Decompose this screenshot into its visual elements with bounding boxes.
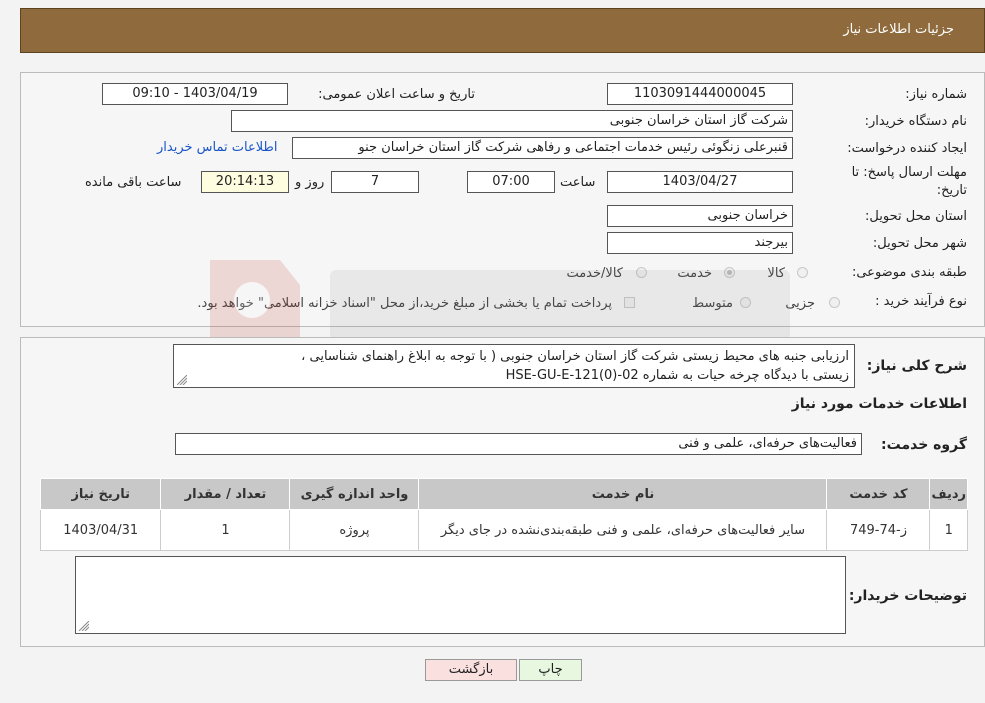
- col-need-date: تاریخ نیاز: [39, 478, 162, 510]
- category-service-label: خدمت: [677, 266, 712, 281]
- summary-textarea[interactable]: ارزیابی جنبه های محیط زیستی شرکت گاز است…: [173, 344, 855, 388]
- city-field: بیرجند: [607, 232, 793, 254]
- cell-service-code: ز-74-749: [826, 509, 931, 551]
- service-group-label: گروه خدمت:: [881, 437, 967, 453]
- need-number-field: 1103091444000045: [607, 83, 793, 105]
- col-service-name: نام خدمت: [418, 478, 828, 510]
- category-goods-radio[interactable]: [797, 267, 808, 278]
- treasury-payment-checkbox[interactable]: [624, 297, 635, 308]
- table-row: 1 ز-74-749 سایر فعالیت‌های حرفه‌ای، علمی…: [39, 509, 968, 551]
- back-button[interactable]: بازگشت: [425, 659, 517, 681]
- days-field: 7: [331, 171, 419, 193]
- announce-datetime-field: 1403/04/19 - 09:10: [102, 83, 288, 105]
- deadline-time-field: 07:00: [467, 171, 555, 193]
- creator-field: قنبرعلی زنگوئی رئیس خدمات اجتماعی و رفاه…: [292, 137, 793, 159]
- announce-label: تاریخ و ساعت اعلان عمومی:: [318, 87, 475, 102]
- process-label: نوع فرآیند خرید :: [875, 294, 967, 309]
- deadline-time-label: ساعت: [560, 175, 596, 190]
- print-button[interactable]: چاپ: [519, 659, 582, 681]
- col-quantity: تعداد / مقدار: [160, 478, 291, 510]
- buyer-org-label: نام دستگاه خریدار:: [864, 114, 967, 129]
- process-medium-label: متوسط: [692, 296, 733, 311]
- deadline-label: مهلت ارسال پاسخ: تا: [851, 165, 967, 180]
- payment-note: پرداخت تمام یا بخشی از مبلغ خرید،از محل …: [197, 296, 612, 311]
- province-field: خراسان جنوبی: [607, 205, 793, 227]
- need-number-label: شماره نیاز:: [905, 87, 967, 102]
- remaining-time-field: 20:14:13: [201, 171, 289, 193]
- province-label: استان محل تحویل:: [865, 209, 967, 224]
- cell-row-number: 1: [929, 509, 968, 551]
- services-table: ردیف کد خدمت نام خدمت واحد اندازه گیری ت…: [39, 478, 968, 551]
- summary-line-1: ارزیابی جنبه های محیط زیستی شرکت گاز است…: [301, 349, 849, 364]
- category-goods-service-label: کالا/خدمت: [566, 266, 623, 281]
- cell-service-name: سایر فعالیت‌های حرفه‌ای، علمی و فنی طبقه…: [418, 509, 828, 551]
- creator-label: ایجاد کننده درخواست:: [847, 141, 967, 156]
- category-goods-label: کالا: [767, 266, 785, 281]
- service-group-field: فعالیت‌های حرفه‌ای، علمی و فنی: [175, 433, 862, 455]
- category-label: طبقه بندی موضوعی:: [851, 265, 967, 280]
- col-unit: واحد اندازه گیری: [289, 478, 420, 510]
- process-medium-radio[interactable]: [740, 297, 751, 308]
- process-minor-label: جزیی: [785, 296, 815, 311]
- summary-label: شرح کلی نیاز:: [866, 358, 967, 374]
- cell-unit: پروژه: [289, 509, 420, 551]
- deadline-date-label: تاریخ:: [936, 183, 967, 198]
- cell-quantity: 1: [160, 509, 291, 551]
- process-minor-radio[interactable]: [829, 297, 840, 308]
- resize-handle-icon[interactable]: [177, 375, 187, 385]
- services-heading: اطلاعات خدمات مورد نیاز: [791, 396, 967, 412]
- buyer-org-field: شرکت گاز استان خراسان جنوبی: [231, 110, 793, 132]
- category-service-radio[interactable]: [724, 267, 735, 278]
- table-header-row: ردیف کد خدمت نام خدمت واحد اندازه گیری ت…: [39, 478, 968, 510]
- city-label: شهر محل تحویل:: [872, 236, 967, 251]
- page-title: جزئیات اطلاعات نیاز: [843, 22, 954, 37]
- deadline-date-field: 1403/04/27: [607, 171, 793, 193]
- buyer-contact-link[interactable]: اطلاعات تماس خریدار: [157, 140, 277, 155]
- buyer-notes-label: توضیحات خریدار:: [848, 588, 967, 604]
- category-goods-service-radio[interactable]: [636, 267, 647, 278]
- resize-handle-icon[interactable]: [79, 621, 89, 631]
- col-service-code: کد خدمت: [826, 478, 931, 510]
- cell-need-date: 1403/04/31: [39, 509, 162, 551]
- page-header: جزئیات اطلاعات نیاز: [20, 8, 985, 53]
- summary-line-2: زیستی با دیدگاه چرخه حیات به شماره HSE-G…: [505, 368, 849, 383]
- days-label: روز و: [295, 175, 325, 190]
- remaining-time-label: ساعت باقی مانده: [85, 175, 182, 190]
- col-row-number: ردیف: [929, 478, 968, 510]
- buyer-notes-textarea[interactable]: [75, 556, 846, 634]
